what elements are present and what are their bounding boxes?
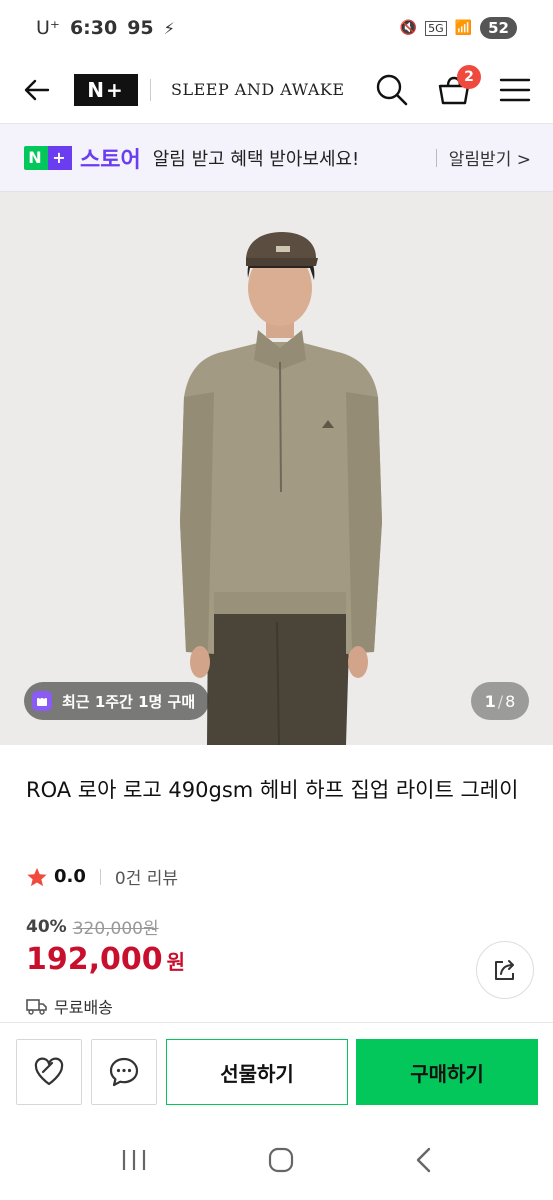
star-icon	[26, 866, 48, 888]
system-navigation-bar	[0, 1120, 553, 1200]
rating-row[interactable]: 0.0 0건 리뷰	[26, 864, 178, 889]
product-title: ROA 로아 로고 490gsm 헤비 하프 집업 라이트 그레이	[26, 778, 519, 802]
truck-icon	[26, 999, 47, 1015]
back-icon[interactable]	[22, 75, 52, 105]
gift-button[interactable]: 선물하기	[166, 1039, 348, 1105]
mute-icon: 🔇	[399, 20, 418, 36]
shipping-label: 무료배송	[54, 998, 113, 1017]
heart-icon	[34, 1057, 64, 1086]
review-count[interactable]: 0건 리뷰	[115, 864, 178, 889]
network-label: 5G	[425, 20, 447, 36]
menu-icon[interactable]	[499, 77, 531, 103]
battery-indicator: 52	[480, 17, 517, 39]
cart-button[interactable]: 2	[437, 64, 481, 107]
promo-divider	[435, 148, 437, 167]
recent-purchase-text: 최근 1주간 1명 구매	[62, 692, 196, 711]
cart-count-badge: 2	[457, 64, 481, 89]
carrier-label: U⁺	[36, 17, 60, 39]
status-bar: U⁺ 6:30 95 ⚡ 🔇 5G 📶 52	[0, 0, 553, 56]
share-button[interactable]	[476, 941, 534, 999]
chat-bubble-icon	[109, 1057, 139, 1087]
clock: 6:30	[69, 17, 118, 39]
recent-purchase-badge: 최근 1주간 1명 구매	[24, 682, 210, 720]
search-icon[interactable]	[375, 73, 409, 107]
share-icon	[495, 960, 514, 980]
system-back-icon[interactable]	[414, 1146, 434, 1174]
nplus-logo[interactable]: N+	[74, 73, 138, 106]
badge-plus: +	[48, 145, 72, 170]
product-photo	[0, 192, 553, 745]
subscribe-alerts-link[interactable]: 알림받기 >	[449, 145, 531, 170]
image-page-indicator: 1 / 8	[471, 682, 529, 720]
brand-name[interactable]: SLEEP AND AWAKE	[171, 80, 375, 99]
price-row: 192,000 원	[26, 942, 185, 977]
rating-value: 0.0	[54, 866, 86, 887]
page-separator: /	[497, 691, 504, 711]
app-header: N+ SLEEP AND AWAKE 2	[0, 56, 553, 124]
store-label: 스토어	[80, 147, 141, 173]
badge-n: N	[28, 148, 44, 167]
discount-row: 40% 320,000원	[26, 914, 159, 940]
speed-icon: ⚡	[163, 18, 175, 38]
sale-price: 192,000	[26, 942, 163, 977]
promo-message: 알림 받고 혜택 받아보세요!	[152, 148, 360, 170]
product-image-gallery[interactable]: 최근 1주간 1명 구매 1 / 8	[0, 192, 553, 745]
notification-promo-banner[interactable]: N + 스토어 알림 받고 혜택 받아보세요! 알림받기 >	[0, 124, 553, 192]
inquiry-button[interactable]	[91, 1039, 157, 1105]
buy-button[interactable]: 구매하기	[356, 1039, 538, 1105]
wishlist-button[interactable]	[16, 1039, 82, 1105]
recent-apps-icon[interactable]	[120, 1148, 148, 1172]
nplus-store-badge: N +	[24, 145, 72, 170]
rating-divider	[99, 868, 101, 885]
price-unit: 원	[166, 950, 186, 974]
signal-icon: 📶	[454, 20, 473, 36]
original-price: 320,000원	[72, 919, 159, 939]
discount-rate: 40%	[26, 916, 67, 937]
total-image-count: 8	[505, 691, 516, 711]
header-divider	[150, 78, 151, 101]
shipping-info: 무료배송	[26, 994, 113, 1018]
home-icon[interactable]	[267, 1146, 295, 1174]
shopping-bag-icon	[32, 691, 52, 711]
data-speed: 95	[127, 17, 154, 39]
current-image-index: 1	[484, 691, 496, 711]
purchase-action-bar: 선물하기 구매하기	[0, 1022, 553, 1120]
